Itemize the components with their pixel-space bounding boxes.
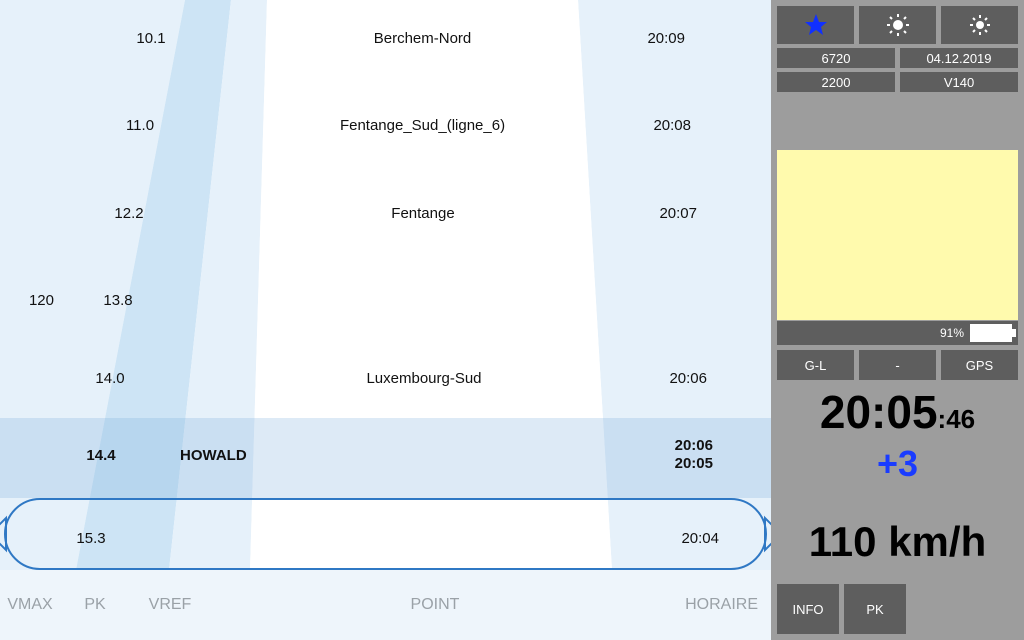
favorite-button[interactable] [777,6,854,44]
battery-icon [970,324,1012,342]
clock-hhmm: 20:05 [820,386,938,438]
col-horaire: HORAIRE [660,596,770,614]
pk-value: 15.3 [66,530,116,547]
info-button[interactable]: INFO [777,584,839,634]
col-vref: VREF [130,596,210,614]
battery-row: 91% [777,321,1018,345]
brightness-day-button[interactable] [859,6,936,44]
date-display: 04.12.2019 [900,48,1018,68]
pk-value: 11.0 [115,117,165,134]
pk-button[interactable]: PK [844,584,906,634]
vmax-value: 120 [14,292,54,309]
schedule-rows: 10.1 Berchem-Nord 20:09 11.0 Fentange_Su… [0,0,771,570]
station-name: HOWALD [180,447,370,464]
track-area: 10.1 Berchem-Nord 20:09 11.0 Fentange_Su… [0,0,771,570]
star-icon [804,13,828,37]
col-pk: PK [60,596,130,614]
station-name: Berchem-Nord [267,30,578,47]
sun-dim-icon [968,13,992,37]
pk-value: 14.0 [85,370,135,387]
clock-time: 20:05:46 [777,385,1018,439]
pk-value: 10.1 [126,30,176,47]
message-area [777,150,1018,320]
schedule-panel: 10.1 Berchem-Nord 20:09 11.0 Fentange_Su… [0,0,771,640]
pk-value: 13.8 [93,292,143,309]
time-value-2: 20:05 [653,455,713,472]
time-value: 20:08 [631,117,691,134]
speed-display: 110 km/h [777,518,1018,566]
time-value: 20:06 [653,437,713,454]
clock-seconds: :46 [938,404,976,434]
col-vmax: VMAX [0,596,60,614]
status-gl[interactable]: G-L [777,350,854,380]
status-sidebar: 6720 04.12.2019 2200 V140 91% G-L - GPS … [771,0,1024,640]
v-code-display: V140 [900,72,1018,92]
station-name: Luxembourg-Sud [258,370,590,387]
pk-value: 12.2 [104,205,154,222]
train-id: 6720 [777,48,895,68]
station-name: Fentange [262,205,584,222]
brightness-night-button[interactable] [941,6,1018,44]
status-gps[interactable]: GPS [941,350,1018,380]
column-headers: VMAX PK VREF POINT HORAIRE [0,570,771,640]
battery-percent: 91% [940,326,964,340]
status-mid[interactable]: - [859,350,936,380]
time-block: 20:05:46 +3 [777,385,1018,485]
sun-icon [886,13,910,37]
time-value: 20:07 [637,205,697,222]
station-name: Fentange_Sud_(ligne_6) [265,117,580,134]
col-point: POINT [210,596,660,614]
code-display: 2200 [777,72,895,92]
pk-value: 14.4 [76,447,126,464]
time-value: 20:06 [647,370,707,387]
delay-indicator: +3 [777,443,1018,485]
time-value: 20:09 [625,30,685,47]
time-value: 20:04 [659,530,719,547]
